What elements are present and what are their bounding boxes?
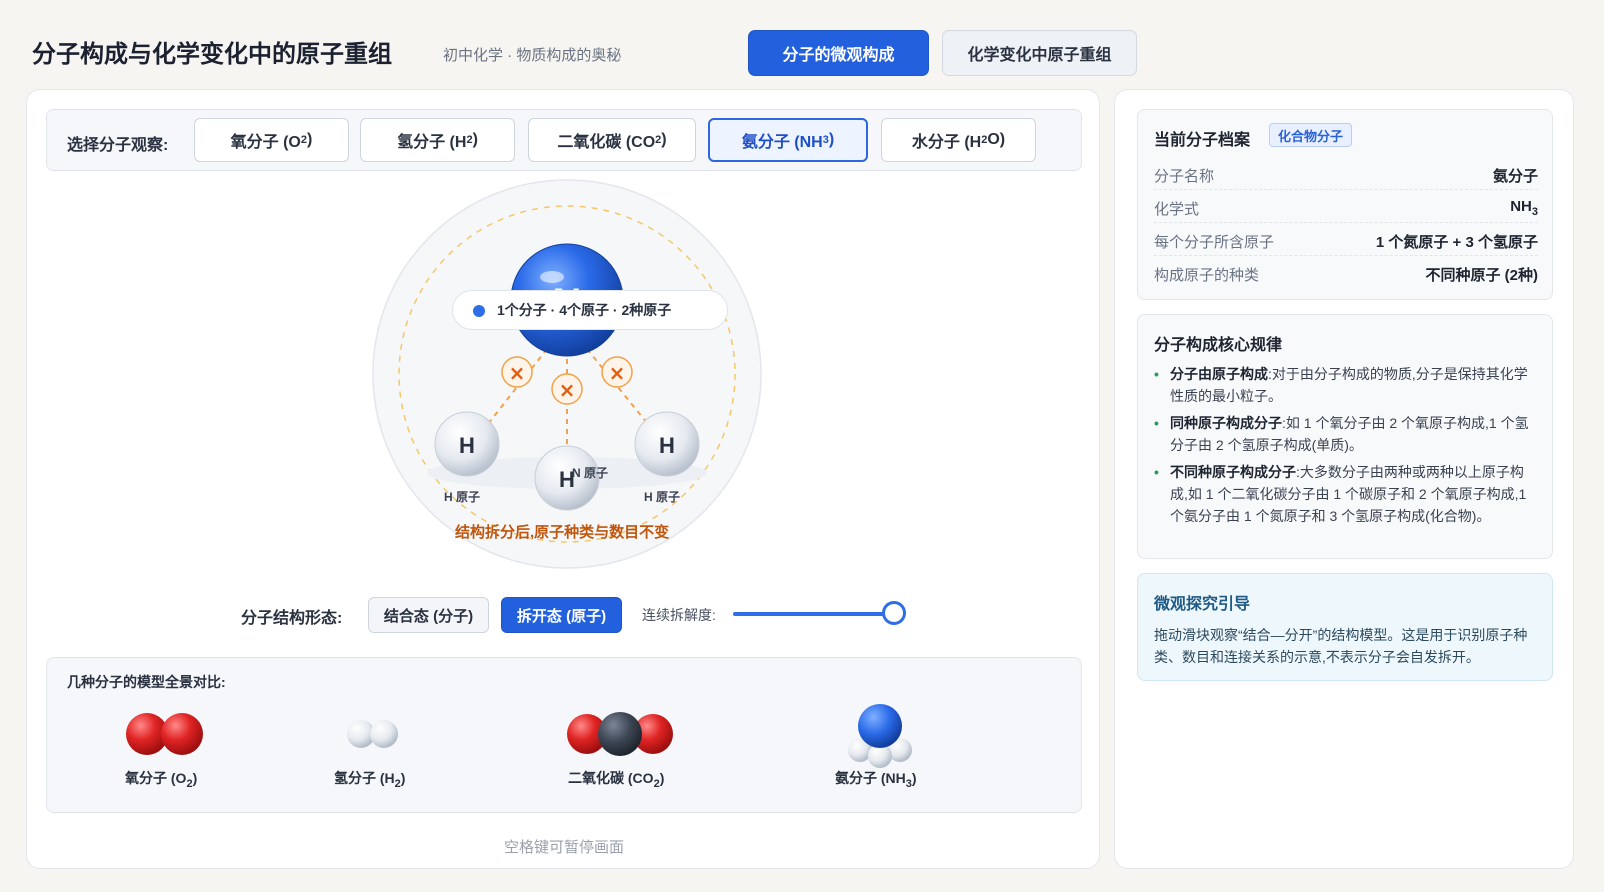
bond-break-mark-left: ×: [501, 356, 533, 388]
comparison-svg: [126, 704, 912, 768]
rule-item: 不同种原子构成分子:大多数分子由两种或两种以上原子构成,如 1 个二氧化碳分子由…: [1154, 461, 1540, 527]
split-slider-thumb[interactable]: [882, 601, 906, 625]
guide-card: 微观探究引导 拖动滑块观察“结合—分开”的结构模型。这是用于识别原子种类、数目和…: [1137, 573, 1553, 681]
molecule-svg: N × × × H H H: [372, 179, 762, 569]
page-subtitle: 初中化学 · 物质构成的奥秘: [443, 47, 622, 64]
molecule-button-h2o[interactable]: 水分子 (H 2 O): [881, 118, 1036, 162]
svg-text:×: ×: [509, 361, 526, 385]
top-bar: 分子构成与化学变化中的原子重组 初中化学 · 物质构成的奥秘 分子的微观构成 化…: [0, 0, 1604, 90]
molecule-button-nh3[interactable]: 氨分子 (NH 3): [708, 118, 868, 162]
compare-label-nh3: 氨分子 (NH3): [835, 770, 917, 790]
rules-title: 分子构成核心规律: [1154, 337, 1283, 354]
profile-row-name: 分子名称 氨分子: [1154, 157, 1538, 190]
tab-atom-recombination[interactable]: 化学变化中原子重组: [942, 30, 1137, 76]
molecule-button-h2[interactable]: 氢分子 (H 2): [360, 118, 515, 162]
count-dot-icon: [473, 305, 485, 317]
nh3-model: [848, 704, 912, 768]
atom-count-pill: 1个分子 · 4个原子 · 2种原子: [452, 290, 728, 330]
split-slider-track[interactable]: [733, 612, 895, 616]
slider-label: 连续拆解度:: [642, 607, 716, 623]
compare-label-o2: 氧分子 (O2): [125, 770, 198, 790]
rules-card: 分子构成核心规律 分子由原子构成:对于由分子构成的物质,分子是保持其化学性质的最…: [1137, 314, 1553, 559]
split-note: 结构拆分后,原子种类与数目不变: [455, 524, 670, 541]
state-label: 分子结构形态:: [241, 610, 343, 627]
hydrogen-atom-label-right: H 原子: [644, 490, 681, 504]
profile-row-kinds: 构成原子的种类 不同种原子 (2种): [1154, 267, 1538, 284]
rule-item: 分子由原子构成:对于由分子构成的物质,分子是保持其化学性质的最小粒子。: [1154, 363, 1540, 407]
profile-row-formula: 化学式 NH3: [1154, 190, 1538, 223]
profile-row-atoms: 每个分子所含原子 1 个氮原子 + 3 个氢原子: [1154, 223, 1538, 256]
o2-model: [126, 713, 203, 755]
h2-model: [347, 720, 398, 748]
selector-label: 选择分子观察:: [67, 137, 169, 154]
hydrogen-symbol-right: H: [659, 433, 675, 458]
rule-item: 同种原子构成分子:如 1 个氧分子由 2 个氧原子构成,1 个氢分子由 2 个氢…: [1154, 412, 1540, 456]
molecule-button-o2[interactable]: 氧分子 (O 2): [194, 118, 349, 162]
molecule-selector: 选择分子观察: 氧分子 (O 2) 氢分子 (H 2) 二氧化碳 (CO 2) 氨分子…: [46, 109, 1082, 171]
page-title: 分子构成与化学变化中的原子重组: [32, 41, 392, 68]
nitrogen-atom-label: N 原子: [572, 466, 609, 480]
bond-break-mark-center: ×: [551, 373, 583, 405]
hydrogen-symbol-left: H: [459, 433, 475, 458]
bond-break-mark-right: ×: [601, 356, 633, 388]
svg-text:×: ×: [609, 361, 626, 385]
side-panel: 当前分子档案 化合物分子 分子名称 氨分子 化学式 NH3 每个分子所含原子 1…: [1114, 89, 1574, 869]
split-state-button[interactable]: 拆开态 (原子): [501, 597, 622, 633]
profile-card: 当前分子档案 化合物分子 分子名称 氨分子 化学式 NH3 每个分子所含原子 1…: [1137, 109, 1553, 300]
svg-text:×: ×: [559, 378, 576, 402]
compare-label-co2: 二氧化碳 (CO2): [568, 770, 665, 790]
atom-count-text: 1个分子 · 4个原子 · 2种原子: [497, 302, 672, 318]
tab-molecule-structure[interactable]: 分子的微观构成: [748, 30, 929, 76]
compound-badge: 化合物分子: [1269, 123, 1353, 147]
pause-hint: 空格键可暂停画面: [503, 839, 624, 856]
guide-title: 微观探究引导: [1154, 596, 1251, 613]
profile-title: 当前分子档案: [1154, 132, 1251, 149]
molecule-stage: N × × × H H H: [372, 179, 762, 569]
co2-model: [567, 712, 673, 756]
guide-text: 拖动滑块观察“结合—分开”的结构模型。这是用于识别原子种类、数目和连接关系的示意…: [1154, 627, 1528, 665]
molecule-button-co2[interactable]: 二氧化碳 (CO 2): [528, 118, 696, 162]
main-panel: 选择分子观察: 氧分子 (O 2) 氢分子 (H 2) 二氧化碳 (CO 2) 氨分子…: [26, 89, 1100, 869]
hydrogen-atom-label-left: H 原子: [444, 490, 481, 504]
bonded-state-button[interactable]: 结合态 (分子): [368, 597, 489, 633]
molecule-comparison: 几种分子的模型全景对比: 氧分子 (O2) 氢分子 (H2) 二氧化碳 (CO2…: [46, 657, 1082, 813]
compare-label-h2: 氢分子 (H2): [334, 770, 406, 790]
